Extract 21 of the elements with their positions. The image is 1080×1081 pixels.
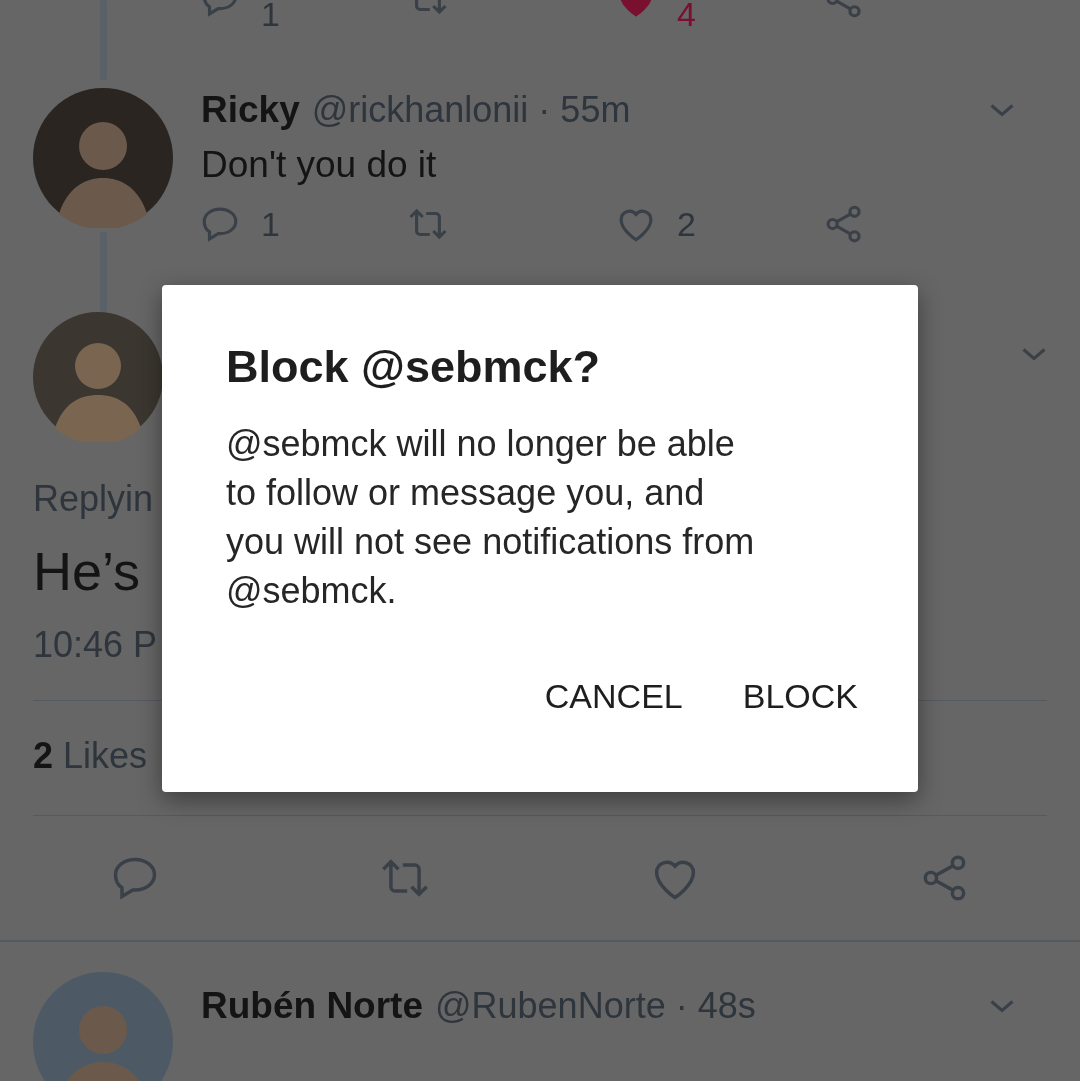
user-handle: @rickhanlonii · 55m	[311, 89, 631, 131]
likes-label[interactable]: Likes	[63, 735, 148, 783]
avatar[interactable]	[33, 88, 173, 228]
user-name[interactable]: Ricky	[201, 89, 300, 131]
timestamp: 10:46 P	[33, 624, 158, 666]
dialog-title: Block @sebmck?	[226, 341, 602, 393]
tweet-text: Don't you do it	[201, 144, 438, 186]
avatar[interactable]	[33, 972, 173, 1081]
likes-count[interactable]: 2	[33, 735, 54, 783]
user-handle: @RubenNorte · 48s	[435, 985, 756, 1027]
like-count: 2	[677, 204, 696, 244]
reply-count: 1	[261, 204, 280, 244]
dialog-message: @sebmck will no longer be able to follow or message you, and you will not see notifications from @sebmck.	[226, 422, 755, 613]
cancel-button[interactable]: CANCEL	[524, 665, 703, 728]
user-name[interactable]: Rubén Norte	[201, 985, 423, 1027]
like-count: 4	[677, 0, 696, 34]
avatar[interactable]	[33, 312, 163, 442]
tweet-text: He’s	[33, 540, 141, 602]
reply-count: 1	[261, 0, 280, 34]
replying-text: Replyin	[33, 478, 154, 520]
block-button[interactable]: BLOCK	[722, 665, 878, 728]
